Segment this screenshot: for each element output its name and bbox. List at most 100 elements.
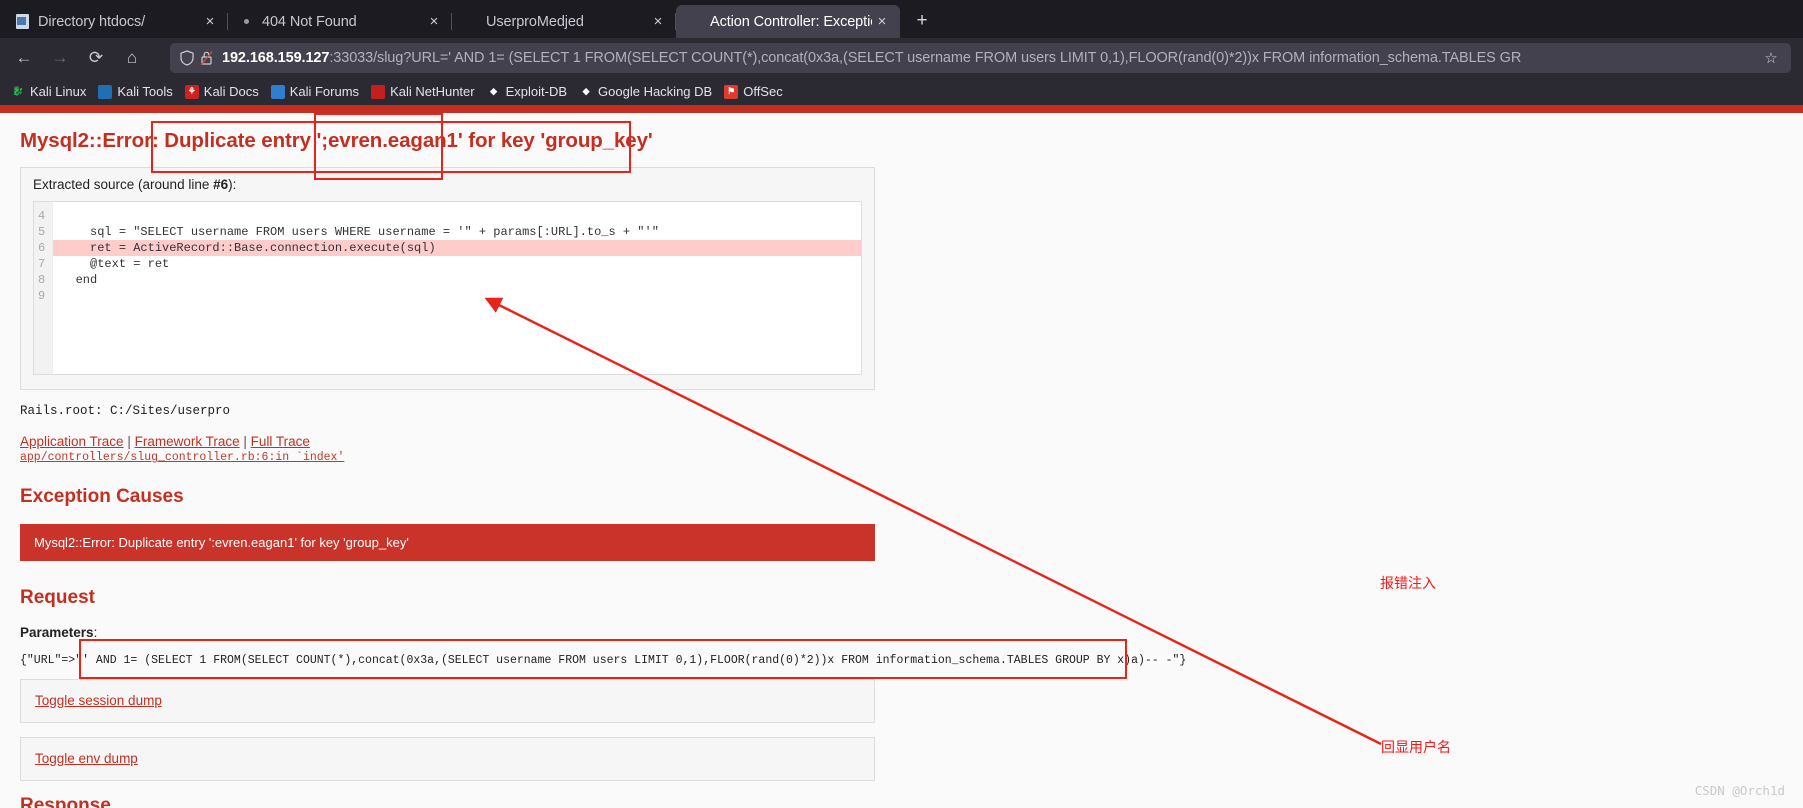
- line-number: 6: [38, 241, 46, 255]
- exception-causes-heading: Exception Causes: [20, 486, 184, 507]
- broken-lock-icon[interactable]: [200, 50, 213, 66]
- browser-tab-0[interactable]: Directory htdocs/ ×: [4, 5, 228, 38]
- source-pad: [53, 304, 861, 320]
- bookmark-label: Kali Linux: [30, 84, 87, 99]
- tab-close-icon[interactable]: ×: [200, 12, 220, 32]
- google-hacking-icon: ◆: [582, 86, 590, 96]
- error-top-bar: [0, 105, 1803, 113]
- home-button[interactable]: ⌂: [116, 43, 148, 73]
- forward-button[interactable]: →: [44, 43, 76, 73]
- reload-button[interactable]: ⟳: [80, 43, 112, 73]
- annotation-note-injection: 报错注入: [1380, 576, 1436, 592]
- heading-line-number: #6: [213, 177, 229, 192]
- star-icon[interactable]: ☆: [1759, 49, 1783, 67]
- browser-tab-2[interactable]: UserproMedjed ×: [452, 5, 676, 38]
- bookmark-kali-forums[interactable]: Kali Forums: [266, 82, 366, 101]
- toggle-env-dump-box[interactable]: Toggle env dump: [20, 737, 875, 781]
- bookmark-label: Kali Docs: [203, 84, 259, 99]
- bookmark-exploit-db[interactable]: ◆ Exploit-DB: [482, 82, 574, 101]
- parameters-label: Parameters:: [20, 625, 1803, 640]
- offsec-icon: ⚑: [724, 84, 739, 99]
- watermark: CSDN @Orch1d: [1694, 783, 1785, 798]
- bookmark-kali-docs[interactable]: ⚘ Kali Docs: [180, 82, 266, 101]
- tab-close-icon[interactable]: ×: [648, 12, 668, 32]
- bookmark-label: Kali Tools: [117, 84, 173, 99]
- bookmarks-bar: 🐉 Kali Linux Kali Tools ⚘ Kali Docs Kali F…: [0, 78, 1803, 105]
- parameters-label-text: Parameters: [20, 625, 94, 640]
- extracted-source-heading: Extracted source (around line #6):: [21, 168, 874, 201]
- framework-trace-link[interactable]: Framework Trace: [135, 434, 240, 449]
- tab-title: Directory htdocs/: [38, 13, 146, 30]
- gutter-pad: [38, 352, 45, 368]
- source-line-highlighted: ret = ActiveRecord::Base.connection.exec…: [53, 240, 861, 256]
- bookmark-kali-tools[interactable]: Kali Tools: [93, 82, 179, 101]
- toggle-session-dump-link[interactable]: Toggle session dump: [35, 693, 162, 708]
- toggle-session-dump-box[interactable]: Toggle session dump: [20, 679, 875, 723]
- source-pad: [53, 320, 861, 336]
- rails-root-path: Rails.root: C:/Sites/userpro: [20, 404, 231, 418]
- parameters-value: {"URL"=>"' AND 1= (SELECT 1 FROM(SELECT …: [20, 654, 1187, 667]
- navigation-bar: ← → ⟳ ⌂ 192.168.159.127:33033/slug?URL='…: [0, 38, 1803, 78]
- tab-close-icon[interactable]: ×: [872, 12, 892, 32]
- bookmark-google-hacking-db[interactable]: ◆ Google Hacking DB: [574, 82, 719, 101]
- url-text[interactable]: 192.168.159.127:33033/slug?URL=' AND 1= …: [222, 50, 1759, 66]
- bookmark-label: Kali NetHunter: [390, 84, 475, 99]
- browser-tab-1[interactable]: 404 Not Found ×: [228, 5, 452, 38]
- tab-title: Action Controller: Exception ca: [710, 13, 872, 30]
- annotation-note-username: 回显用户名: [1381, 740, 1451, 756]
- url-bar[interactable]: 192.168.159.127:33033/slug?URL=' AND 1= …: [170, 43, 1791, 73]
- request-heading: Request: [20, 587, 95, 608]
- source-line: @text = ret: [61, 257, 170, 271]
- blank-favicon-icon: [686, 14, 702, 30]
- blank-favicon-icon: [462, 14, 478, 30]
- bookmark-label: Kali Forums: [289, 84, 360, 99]
- error-page-body: Mysql2::Error: Duplicate entry ';evren.e…: [0, 129, 1803, 808]
- toggle-env-dump-link[interactable]: Toggle env dump: [35, 751, 138, 766]
- line-number: 8: [38, 273, 46, 287]
- trace-file-path: app/controllers/slug_controller.rb:6:in …: [20, 451, 345, 464]
- page-title: Mysql2::Error: Duplicate entry ';evren.e…: [20, 129, 653, 152]
- tab-title: UserproMedjed: [486, 13, 584, 30]
- kali-tools-icon: [98, 84, 113, 99]
- bookmark-label: Google Hacking DB: [598, 84, 713, 99]
- dot-icon: [238, 14, 254, 30]
- exploit-db-icon: ◆: [490, 86, 498, 96]
- bookmark-label: OffSec: [743, 84, 783, 99]
- new-tab-button[interactable]: +: [906, 5, 938, 37]
- source-line: [53, 208, 861, 224]
- full-trace-link[interactable]: Full Trace: [251, 434, 310, 449]
- kali-forums-icon: [270, 84, 285, 99]
- back-button[interactable]: ←: [8, 43, 40, 73]
- shield-icon[interactable]: [180, 50, 194, 66]
- browser-chrome: Directory htdocs/ × 404 Not Found × User…: [0, 0, 1803, 105]
- line-number-gutter: 4 5 6 7 8 9: [34, 202, 54, 374]
- trace-separator: |: [239, 434, 251, 449]
- line-number: 4: [38, 209, 46, 223]
- gutter-pad: [38, 304, 45, 320]
- page-content: Mysql2::Error: Duplicate entry ';evren.e…: [0, 105, 1803, 808]
- tab-strip: Directory htdocs/ × 404 Not Found × User…: [0, 0, 1803, 38]
- browser-tab-3-active[interactable]: Action Controller: Exception ca ×: [676, 5, 900, 38]
- source-code-block: 4 5 6 7 8 9 sql = "SELECT username FROM …: [33, 201, 862, 375]
- trace-separator: |: [123, 434, 135, 449]
- kali-dragon-icon: 🐉: [12, 86, 24, 96]
- exception-cause-message: Mysql2::Error: Duplicate entry ':evren.e…: [20, 524, 875, 561]
- trace-links: Application Trace | Framework Trace | Fu…: [20, 434, 1803, 449]
- kali-docs-icon: ⚘: [184, 84, 199, 99]
- url-host: 192.168.159.127: [222, 50, 330, 66]
- source-line: sql = "SELECT username FROM users WHERE …: [61, 225, 659, 239]
- source-line: end: [61, 273, 98, 287]
- tab-close-icon[interactable]: ×: [424, 12, 444, 32]
- nethunter-icon: [371, 84, 386, 99]
- source-lines: sql = "SELECT username FROM users WHERE …: [53, 202, 861, 374]
- gutter-pad: [38, 336, 45, 352]
- extracted-source-panel: Extracted source (around line #6): 4 5 6…: [20, 167, 875, 390]
- response-heading: Response: [20, 795, 111, 808]
- bookmark-kali-linux[interactable]: 🐉 Kali Linux: [6, 82, 93, 101]
- line-number: 5: [38, 225, 46, 239]
- heading-prefix: Extracted source (around line: [33, 177, 214, 192]
- bookmark-kali-nethunter[interactable]: Kali NetHunter: [366, 82, 482, 101]
- source-pad: [53, 336, 861, 352]
- bookmark-offsec[interactable]: ⚑ OffSec: [719, 82, 790, 101]
- application-trace-link[interactable]: Application Trace: [20, 434, 124, 449]
